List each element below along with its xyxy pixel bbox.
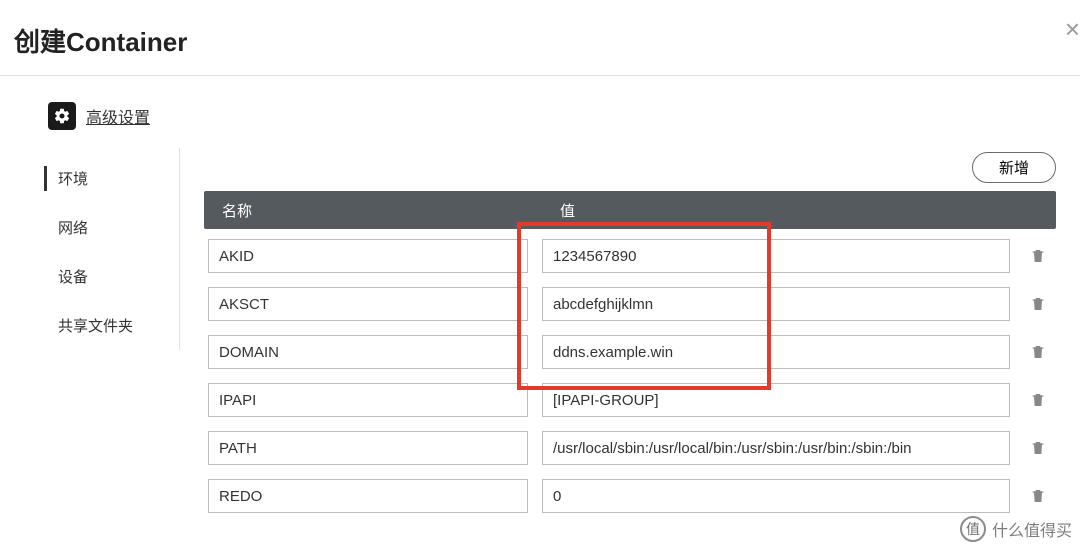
col-header-value: 值 xyxy=(560,200,1038,221)
env-name-input[interactable] xyxy=(208,287,528,321)
env-value-input[interactable] xyxy=(542,383,1010,417)
gear-icon xyxy=(48,102,76,130)
sidebar-item-label: 共享文件夹 xyxy=(58,318,133,335)
env-name-input[interactable] xyxy=(208,239,528,273)
env-row xyxy=(204,335,1056,369)
close-icon[interactable]: × xyxy=(1065,14,1080,45)
env-value-input[interactable] xyxy=(542,287,1010,321)
sidebar-item-network[interactable]: 网络 xyxy=(44,203,179,252)
col-header-name: 名称 xyxy=(222,200,560,221)
env-row xyxy=(204,479,1056,513)
advanced-settings-row[interactable]: 高级设置 xyxy=(0,76,1080,148)
env-name-input[interactable] xyxy=(208,479,528,513)
env-value-input[interactable] xyxy=(542,431,1010,465)
trash-icon[interactable] xyxy=(1024,487,1052,505)
env-row xyxy=(204,383,1056,417)
env-value-input[interactable] xyxy=(542,335,1010,369)
dialog-header: 创建Container xyxy=(0,0,1080,76)
add-button[interactable]: 新增 xyxy=(972,152,1056,183)
env-name-input[interactable] xyxy=(208,335,528,369)
main-panel: 新增 名称 值 xyxy=(180,148,1080,527)
trash-icon[interactable] xyxy=(1024,247,1052,265)
sidebar: 环境 网络 设备 共享文件夹 xyxy=(44,148,180,350)
env-value-input[interactable] xyxy=(542,479,1010,513)
table-header: 名称 值 xyxy=(204,191,1056,229)
watermark-text: 什么值得买 xyxy=(992,517,1072,541)
watermark: 值 什么值得买 xyxy=(960,516,1072,542)
sidebar-item-label: 环境 xyxy=(58,171,88,188)
sidebar-item-label: 设备 xyxy=(58,269,88,286)
trash-icon[interactable] xyxy=(1024,295,1052,313)
watermark-badge: 值 xyxy=(960,516,986,542)
env-name-input[interactable] xyxy=(208,383,528,417)
sidebar-item-label: 网络 xyxy=(58,220,88,237)
sidebar-item-device[interactable]: 设备 xyxy=(44,252,179,301)
env-row xyxy=(204,239,1056,273)
dialog-title: 创建Container xyxy=(14,22,1066,59)
env-row xyxy=(204,287,1056,321)
advanced-settings-label: 高级设置 xyxy=(86,104,150,128)
env-value-input[interactable] xyxy=(542,239,1010,273)
env-name-input[interactable] xyxy=(208,431,528,465)
trash-icon[interactable] xyxy=(1024,343,1052,361)
sidebar-item-env[interactable]: 环境 xyxy=(44,154,179,203)
env-row xyxy=(204,431,1056,465)
trash-icon[interactable] xyxy=(1024,391,1052,409)
trash-icon[interactable] xyxy=(1024,439,1052,457)
sidebar-item-shared[interactable]: 共享文件夹 xyxy=(44,301,179,350)
